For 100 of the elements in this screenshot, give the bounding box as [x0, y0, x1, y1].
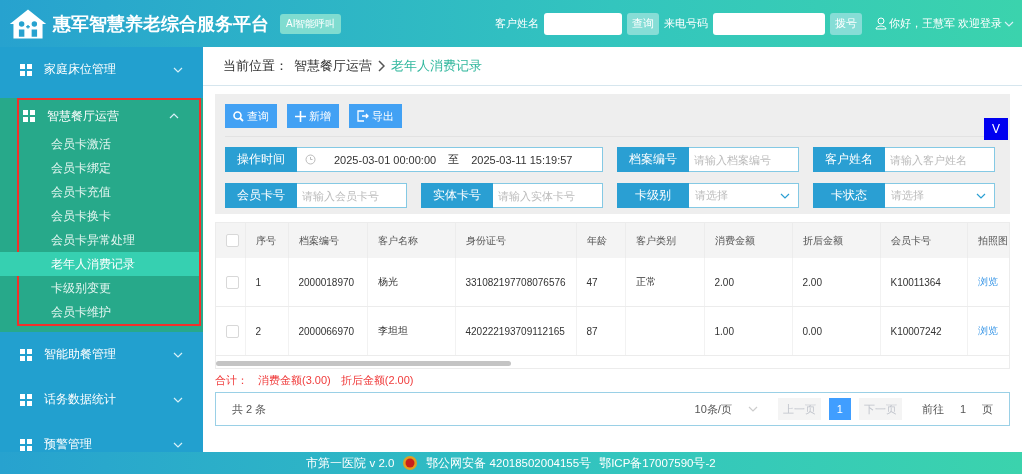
- filter-label: 实体卡号: [421, 183, 493, 208]
- sidebar-group[interactable]: 家庭床位管理: [0, 47, 203, 92]
- police-record[interactable]: 鄂公网安备 42018502004155号: [426, 455, 592, 471]
- breadcrumb-current: 老年人消费记录: [391, 57, 482, 75]
- sidebar-item[interactable]: 会员卡绑定: [19, 156, 199, 180]
- export-button[interactable]: 导出: [349, 104, 402, 128]
- table-cell: 李坦坦: [377, 325, 408, 336]
- sidebar-group[interactable]: 预警管理: [0, 422, 203, 452]
- end-date: 2025-03-11 15:19:57: [471, 153, 573, 166]
- phone-label: 来电号码: [663, 16, 708, 31]
- sidebar-item[interactable]: 会员卡激活: [19, 132, 199, 156]
- sidebar-group[interactable]: 智慧餐厅运营: [19, 100, 199, 132]
- table-cell: 47: [586, 276, 598, 288]
- browse-link[interactable]: 浏览: [977, 276, 998, 287]
- discounted-total: 折后金额(2.00): [340, 373, 414, 388]
- table-cell: 杨光: [377, 276, 398, 287]
- toggle-button[interactable]: V: [984, 118, 1008, 140]
- customer-name-label: 客户姓名: [494, 16, 539, 31]
- clock-icon: [305, 154, 316, 165]
- sidebar-item[interactable]: 卡级别变更: [19, 276, 199, 300]
- grid-icon: [20, 63, 32, 76]
- dial-button[interactable]: 拨号: [829, 12, 862, 35]
- goto-page-field[interactable]: 1: [959, 403, 966, 415]
- grid-icon: [20, 393, 32, 406]
- chevron-icon: [976, 192, 986, 199]
- chevron-icon: [1004, 20, 1014, 27]
- grid-icon: [20, 438, 32, 451]
- consumption-total: 消费金额(3.00): [258, 373, 331, 388]
- grid-icon: [23, 110, 35, 122]
- filter-label: 卡级别: [617, 183, 689, 208]
- filter-label: 卡状态: [813, 183, 885, 208]
- table-cell: 2.00: [714, 276, 734, 288]
- page-unit-label: 页: [982, 401, 993, 417]
- chevron-icon: [747, 406, 758, 412]
- range-separator: 至: [448, 152, 460, 167]
- row-checkbox[interactable]: [226, 275, 239, 289]
- sidebar-item[interactable]: 会员卡换卡: [19, 204, 199, 228]
- table-cell: 2000018970: [298, 276, 355, 288]
- filter-label: 客户姓名: [813, 147, 885, 172]
- scrollbar-thumb[interactable]: [216, 361, 511, 366]
- table-cell: K10007242: [890, 325, 942, 337]
- filter-label: 档案编号: [617, 147, 689, 172]
- select-all-checkbox[interactable]: [226, 234, 239, 247]
- sidebar-item[interactable]: 会员卡充值: [19, 180, 199, 204]
- date-range-field[interactable]: 2025-03-01 00:00:00 至 2025-03-11 15:19:57: [297, 147, 603, 172]
- column-header: 档案编号: [298, 234, 339, 246]
- breadcrumb-prefix: 当前位置：: [223, 57, 288, 75]
- export-icon: [357, 110, 369, 122]
- sidebar-item[interactable]: 会员卡维护: [19, 300, 199, 324]
- phone-field[interactable]: [712, 12, 825, 35]
- query-button[interactable]: 查询: [626, 12, 659, 35]
- page-size-select[interactable]: 10条/页: [694, 401, 732, 417]
- search-button[interactable]: 查询: [225, 104, 277, 128]
- customer-name-field[interactable]: [543, 12, 622, 35]
- table-cell: 2: [255, 325, 262, 337]
- row-checkbox[interactable]: [226, 324, 239, 338]
- user-icon: [874, 17, 887, 30]
- icp-record[interactable]: 鄂ICP备17007590号-2: [599, 455, 716, 471]
- filter-label: 会员卡号: [225, 183, 297, 208]
- ai-call-button[interactable]: AI智能呼叫: [280, 13, 342, 34]
- select-field[interactable]: 请选择: [689, 183, 799, 208]
- chevron-right-icon: [378, 60, 385, 72]
- total-count: 共 2 条: [232, 402, 267, 415]
- column-header: 会员卡号: [890, 234, 931, 246]
- input-field[interactable]: 请输入客户姓名: [885, 147, 995, 172]
- search-icon: [233, 110, 244, 122]
- table-cell: 正常: [635, 276, 656, 287]
- plus-icon: [295, 110, 306, 122]
- sidebar-group[interactable]: 话务数据统计: [0, 377, 203, 422]
- table-cell: 2.00: [802, 276, 822, 288]
- table-cell: 1: [255, 276, 262, 288]
- column-header: 消费金额: [714, 234, 755, 246]
- breadcrumb-parent[interactable]: 智慧餐厅运营: [294, 57, 372, 75]
- column-header: 拍照图: [977, 234, 1008, 246]
- table-cell: 1.00: [714, 325, 734, 337]
- user-greeting[interactable]: 你好，王慧军 欢迎登录: [888, 16, 1002, 31]
- table-cell: 2000066970: [298, 325, 355, 337]
- column-header: 客户类别: [635, 234, 676, 246]
- emblem-icon: [402, 455, 419, 471]
- column-header: 序号: [255, 234, 276, 246]
- footer-version: 市第一医院 v 2.0: [306, 455, 395, 471]
- page-number-button[interactable]: 1: [828, 398, 851, 420]
- total-label: 合计：: [215, 373, 248, 388]
- grid-icon: [20, 348, 32, 361]
- select-field[interactable]: 请选择: [885, 183, 995, 208]
- app-title: 惠军智慧养老综合服务平台: [53, 12, 269, 36]
- add-button[interactable]: 新增: [287, 104, 339, 128]
- start-date: 2025-03-01 00:00:00: [334, 153, 437, 166]
- filter-label: 操作时间: [225, 147, 297, 172]
- column-header: 折后金额: [802, 234, 843, 246]
- column-header: 年龄: [586, 234, 607, 246]
- browse-link[interactable]: 浏览: [977, 325, 998, 336]
- sidebar-group[interactable]: 智能助餐管理: [0, 332, 203, 377]
- table-cell: 331082197708076576: [465, 276, 566, 288]
- sidebar-item[interactable]: 老年人消费记录: [0, 252, 199, 276]
- goto-label: 前往: [921, 401, 944, 417]
- table-cell: 87: [586, 325, 598, 337]
- table-cell: 420222193709112165: [465, 325, 565, 337]
- column-header: 身份证号: [465, 234, 506, 246]
- sidebar-item[interactable]: 会员卡异常处理: [19, 228, 199, 252]
